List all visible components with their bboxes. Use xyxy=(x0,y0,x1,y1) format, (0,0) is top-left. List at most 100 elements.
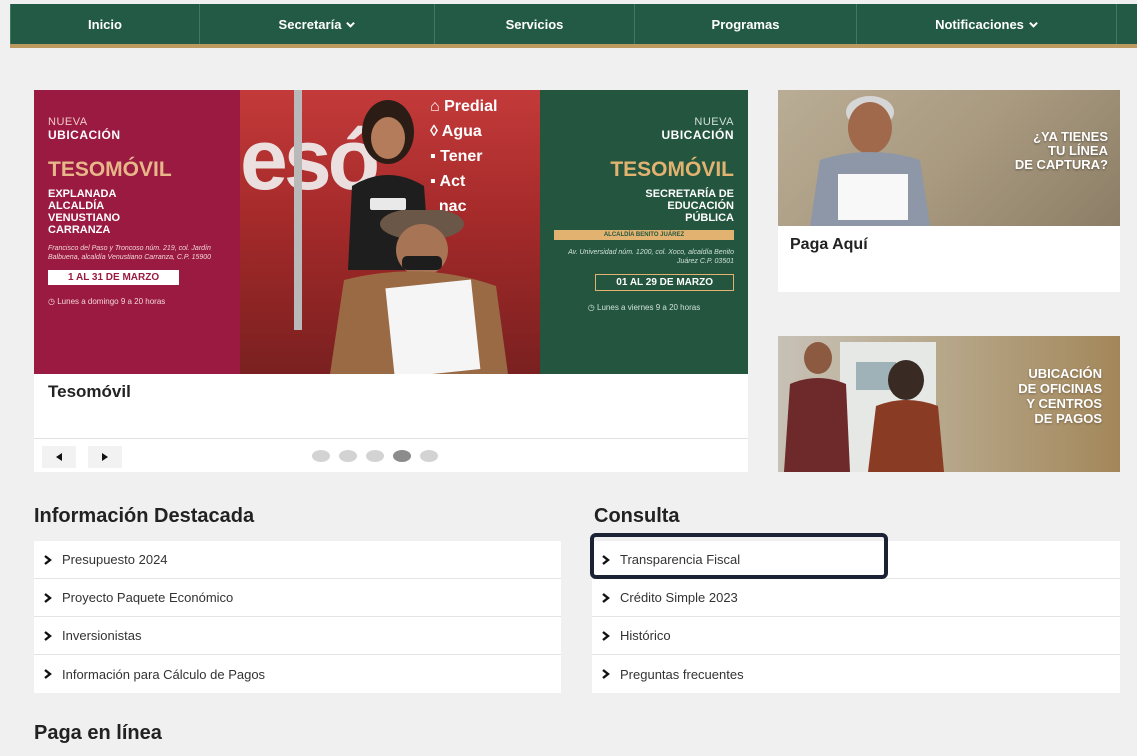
promo-line: DE PAGOS xyxy=(1034,411,1102,426)
promo-line: TU LÍNEA xyxy=(1048,143,1108,158)
consulta-title: Consulta xyxy=(594,505,680,527)
panel-title: TESOMÓVIL xyxy=(48,158,172,181)
nav-item-servicios[interactable]: Servicios xyxy=(435,4,635,44)
promo-line: DE CAPTURA? xyxy=(1014,157,1108,172)
main-nav: Inicio Secretaría Servicios Programas No… xyxy=(10,4,1137,48)
news-carousel: NUEVA UBICACIÓN TESOMÓVIL EXPLANADA ALCA… xyxy=(34,90,748,472)
chevron-right-icon xyxy=(44,554,52,565)
carousel-dot-2[interactable] xyxy=(339,450,357,462)
person-man-illustration xyxy=(330,210,508,374)
list-item-label: Preguntas frecuentes xyxy=(620,666,744,682)
nav-label: Servicios xyxy=(505,16,564,32)
list-item-credito-simple[interactable]: Crédito Simple 2023 xyxy=(592,579,1120,617)
panel-kicker: NUEVA xyxy=(48,116,88,128)
carousel-caption[interactable]: Tesomóvil xyxy=(48,382,131,402)
pay-here-image: ¿YA TIENES TU LÍNEA DE CAPTURA? xyxy=(778,90,1120,226)
promo-line: DE OFICINAS xyxy=(1018,381,1102,396)
panel-hours: ◷ Lunes a viernes 9 a 20 horas xyxy=(554,303,734,312)
carousel-dot-1[interactable] xyxy=(312,450,330,462)
location-line: EDUCACIÓN xyxy=(667,200,734,212)
chevron-right-icon xyxy=(602,630,610,641)
hours-text: Lunes a viernes 9 a 20 horas xyxy=(597,303,701,312)
carousel-dot-3[interactable] xyxy=(366,450,384,462)
list-item-label: Transparencia Fiscal xyxy=(620,552,741,567)
carousel-dot-5[interactable] xyxy=(420,450,438,462)
nav-label: Inicio xyxy=(88,16,122,32)
triangle-left-icon xyxy=(56,453,62,461)
list-item-presupuesto[interactable]: Presupuesto 2024 xyxy=(34,541,561,579)
list-item-paquete-economico[interactable]: Proyecto Paquete Económico xyxy=(34,579,561,617)
chevron-right-icon xyxy=(44,592,52,603)
featured-info-list: Presupuesto 2024 Proyecto Paquete Económ… xyxy=(34,541,561,693)
panel-address: Av. Universidad núm. 1200, col. Xoco, al… xyxy=(568,249,734,265)
list-item-label: Inversionistas xyxy=(62,628,142,643)
triangle-right-icon xyxy=(102,453,108,461)
chevron-down-icon xyxy=(1029,21,1038,28)
panel-address: Francisco del Paso y Troncoso núm. 219, … xyxy=(48,245,212,261)
carousel-dot-4[interactable] xyxy=(393,450,411,462)
chevron-right-icon xyxy=(602,592,610,603)
people-at-atm-illustration xyxy=(784,342,944,472)
promo-line: UBICACIÓN xyxy=(1028,366,1102,381)
carousel-slide[interactable]: NUEVA UBICACIÓN TESOMÓVIL EXPLANADA ALCA… xyxy=(34,90,748,374)
nav-item-inicio[interactable]: Inicio xyxy=(10,4,200,44)
list-item-label: Información para Cálculo de Pagos xyxy=(62,666,266,682)
nav-label: Programas xyxy=(711,16,780,32)
chevron-right-icon xyxy=(44,669,52,679)
list-item-historico[interactable]: Histórico xyxy=(592,617,1120,655)
location-line: VENUSTIANO xyxy=(48,212,121,224)
carousel-prev-button[interactable] xyxy=(42,446,76,468)
slide-panel-right: NUEVA UBICACIÓN TESOMÓVIL SECRETARÍA DE … xyxy=(540,90,748,374)
location-line: CARRANZA xyxy=(48,224,111,236)
panel-alcaldia-bar: ALCALDÍA BENITO JUÁREZ xyxy=(554,230,734,240)
panel-location: SECRETARÍA DE EDUCACIÓN PÚBLICA xyxy=(554,188,734,224)
panel-kicker-2: UBICACIÓN xyxy=(48,128,121,142)
service-label: Predial xyxy=(444,98,498,115)
nav-item-notificaciones[interactable]: Notificaciones xyxy=(857,4,1117,44)
panel-dates: 01 AL 29 DE MARZO xyxy=(595,274,734,291)
nav-item-programas[interactable]: Programas xyxy=(635,4,857,44)
chevron-right-icon xyxy=(602,554,610,565)
carousel-dots xyxy=(312,450,438,462)
service-label: Agua xyxy=(441,123,482,140)
pay-here-caption: Paga Aquí xyxy=(790,236,868,253)
location-line: EXPLANADA xyxy=(48,188,117,200)
slide-photo: esó ⌂ Predial ◊ Agua ▪ Tener ▪ Act nac xyxy=(240,90,540,374)
list-item-inversionistas[interactable]: Inversionistas xyxy=(34,617,561,655)
chevron-down-icon xyxy=(346,21,356,28)
list-item-label: Presupuesto 2024 xyxy=(62,552,168,567)
list-item-label: Histórico xyxy=(620,628,671,643)
panel-title: TESOMÓVIL xyxy=(610,158,734,181)
list-item-preguntas-frecuentes[interactable]: Preguntas frecuentes xyxy=(592,655,1120,693)
service-label: Tener xyxy=(440,148,483,165)
hours-text: Lunes a domingo 9 a 20 horas xyxy=(57,297,166,306)
nav-item-secretaria[interactable]: Secretaría xyxy=(200,4,435,44)
panel-kicker-2: UBICACIÓN xyxy=(661,128,734,142)
carousel-controls xyxy=(34,438,748,472)
list-item-label: Crédito Simple 2023 xyxy=(620,590,738,605)
promo-line: ¿YA TIENES xyxy=(1033,129,1108,144)
man-holding-paper-illustration xyxy=(810,96,930,226)
panel-hours: ◷ Lunes a domingo 9 a 20 horas xyxy=(48,297,226,306)
nav-label: Notificaciones xyxy=(935,16,1024,32)
featured-info-title: Información Destacada xyxy=(34,505,255,527)
clock-icon: ◷ xyxy=(48,297,55,306)
consulta-list: Transparencia Fiscal Crédito Simple 2023… xyxy=(592,541,1120,693)
panel-dates: 1 AL 31 DE MARZO xyxy=(48,270,180,285)
slide-panel-left: NUEVA UBICACIÓN TESOMÓVIL EXPLANADA ALCA… xyxy=(34,90,240,374)
chevron-right-icon xyxy=(44,630,52,641)
chevron-right-icon xyxy=(602,669,610,679)
list-item-calculo-pagos[interactable]: Información para Cálculo de Pagos xyxy=(34,655,561,693)
list-item-label: Proyecto Paquete Económico xyxy=(62,590,234,605)
location-line: ALCALDÍA xyxy=(48,200,105,212)
carousel-next-button[interactable] xyxy=(88,446,122,468)
location-line: SECRETARÍA DE xyxy=(645,188,734,200)
pay-here-card[interactable]: ¿YA TIENES TU LÍNEA DE CAPTURA? Paga Aqu… xyxy=(778,90,1120,292)
panel-kicker: NUEVA xyxy=(694,116,734,128)
office-locations-card[interactable]: UBICACIÓN DE OFICINAS Y CENTROS DE PAGOS xyxy=(778,336,1120,472)
photo-pole xyxy=(294,90,302,330)
promo-line: Y CENTROS xyxy=(1026,396,1102,411)
pay-promo-text: ¿YA TIENES TU LÍNEA DE CAPTURA? xyxy=(1015,130,1108,172)
nav-label: Secretaría xyxy=(278,16,342,32)
list-item-transparencia-fiscal[interactable]: Transparencia Fiscal xyxy=(592,541,1120,579)
